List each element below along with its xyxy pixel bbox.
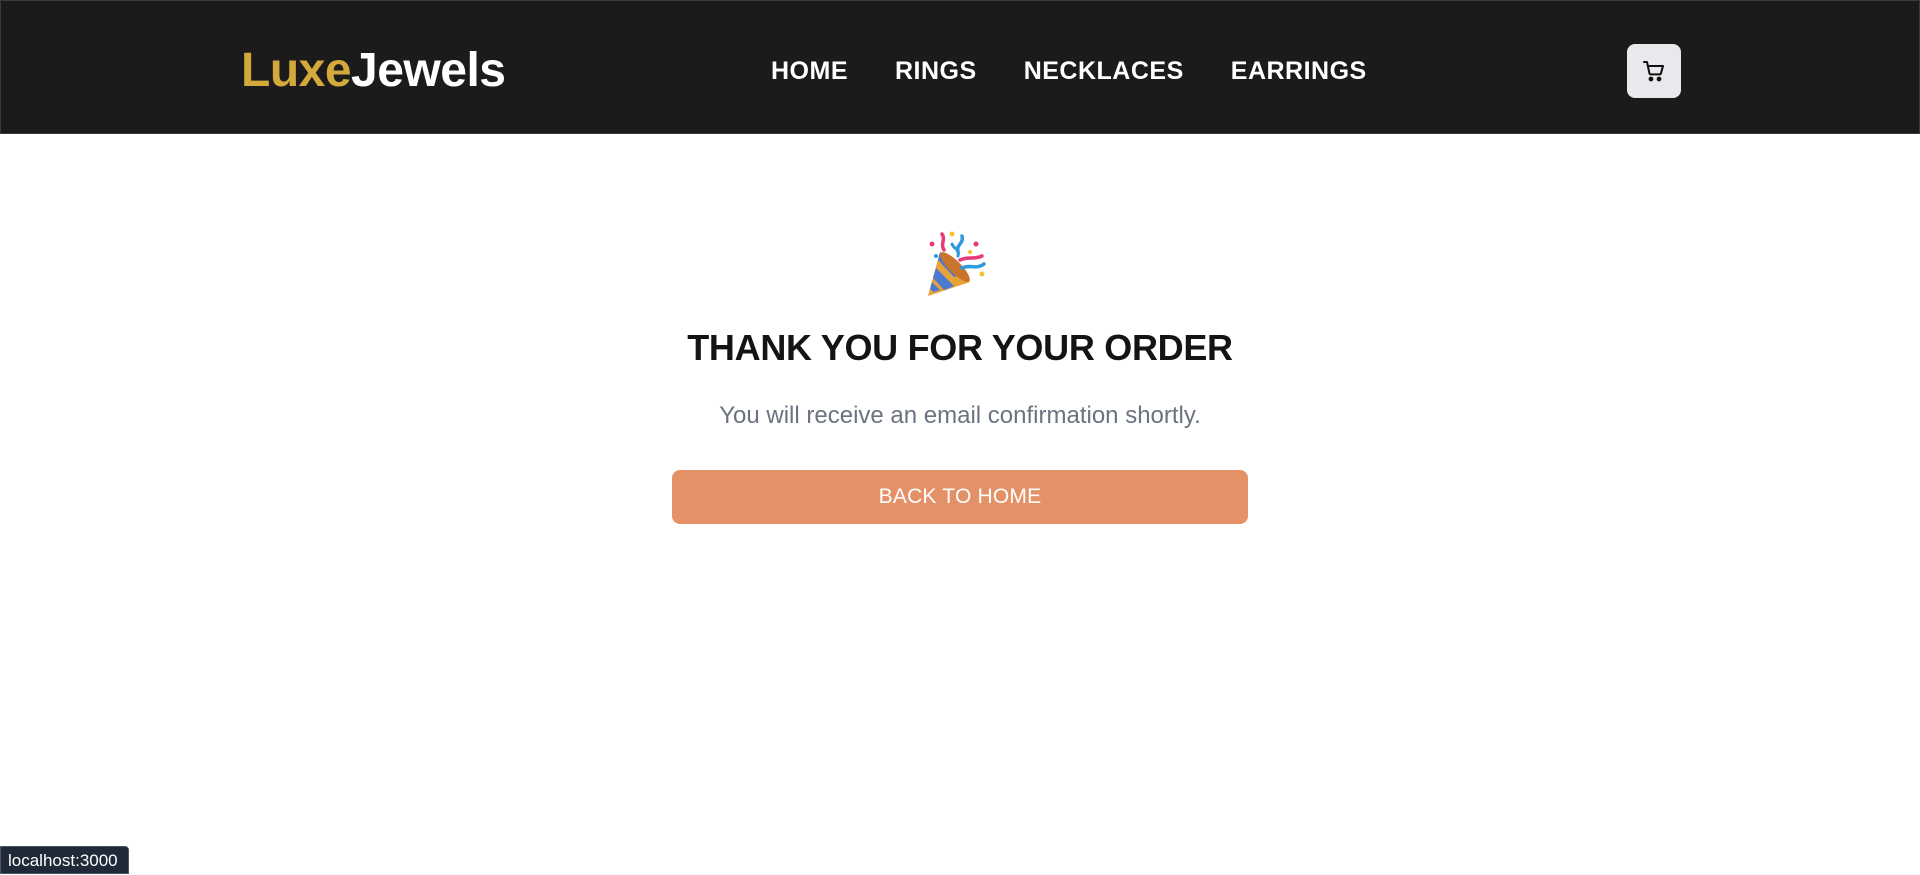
cart-button[interactable] bbox=[1627, 44, 1681, 98]
party-popper-icon bbox=[928, 231, 986, 296]
confirmation-title: THANK YOU FOR YOUR ORDER bbox=[687, 327, 1233, 368]
nav-necklaces[interactable]: NECKLACES bbox=[1024, 53, 1184, 89]
main-nav: HOME RINGS NECKLACES EARRINGS bbox=[771, 53, 1367, 89]
browser-status-url: localhost:3000 bbox=[0, 846, 129, 874]
logo[interactable]: LuxeJewels bbox=[241, 41, 506, 101]
nav-earrings[interactable]: EARRINGS bbox=[1231, 53, 1367, 89]
logo-luxe: Luxe bbox=[241, 44, 352, 97]
confirmation-message: You will receive an email confirmation s… bbox=[719, 402, 1201, 429]
shopping-cart-icon bbox=[1643, 61, 1664, 82]
back-to-home-button[interactable]: BACK TO HOME bbox=[672, 470, 1248, 524]
nav-home[interactable]: HOME bbox=[771, 53, 848, 89]
nav-rings[interactable]: RINGS bbox=[895, 53, 977, 89]
logo-jewels: Jewels bbox=[351, 44, 506, 97]
navbar: LuxeJewels HOME RINGS NECKLACES EARRINGS bbox=[0, 0, 1920, 134]
